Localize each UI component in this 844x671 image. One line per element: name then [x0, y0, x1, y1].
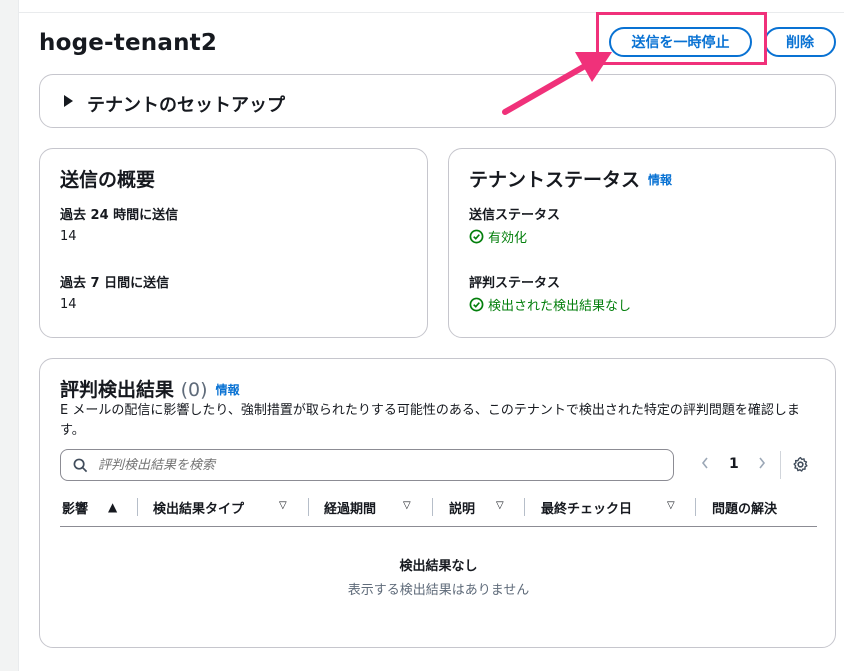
pagination-next-button[interactable]	[757, 456, 767, 474]
check-circle-icon	[469, 297, 484, 312]
reputation-status-value: 検出された検出結果なし	[469, 295, 631, 314]
sort-caret-icon[interactable]: ▽	[496, 500, 504, 511]
sending-summary-card: 送信の概要 過去 24 時間に送信 14 過去 7 日間に送信 14	[39, 148, 428, 338]
tenant-status-title: テナントステータス	[469, 169, 641, 191]
sort-caret-icon[interactable]: ▽	[403, 500, 411, 511]
column-description[interactable]: 説明	[449, 498, 475, 517]
chevron-left-icon	[701, 457, 708, 469]
column-divider	[432, 498, 433, 516]
sending-status-value: 有効化	[469, 227, 527, 246]
sending-status-text: 有効化	[488, 231, 528, 246]
findings-heading: 評判検出結果 (0) 情報	[60, 375, 240, 402]
sent-7d-value: 14	[60, 297, 77, 312]
sort-caret-icon[interactable]: ▽	[279, 500, 287, 511]
column-finding-type[interactable]: 検出結果タイプ	[153, 498, 244, 517]
sending-summary-title: 送信の概要	[60, 169, 156, 191]
findings-table-header: 影響 ▲ 検出結果タイプ ▽ 経過期間 ▽ 説明 ▽ 最終チェック日 ▽ 問題の…	[60, 496, 817, 527]
column-divider	[524, 498, 525, 516]
reputation-status-label: 評判ステータス	[469, 276, 561, 291]
column-divider	[137, 498, 138, 516]
sort-caret-icon[interactable]: ▽	[667, 500, 675, 511]
findings-count: (0)	[180, 379, 208, 401]
tenant-setup-expander[interactable]: テナントのセットアップ	[39, 74, 836, 128]
pagination-page-1[interactable]: 1	[729, 456, 739, 472]
column-impact[interactable]: 影響	[62, 498, 88, 517]
findings-title: 評判検出結果	[60, 379, 175, 401]
reputation-status-text: 検出された検出結果なし	[488, 299, 632, 314]
findings-description: E メールの配信に影響したり、強制措置が取られたりする可能性のある、このテナント…	[60, 403, 800, 438]
tenant-detail-page: hoge-tenant2 送信を一時停止 削除 テナントのセットアップ 送信の概…	[18, 0, 844, 671]
pagination-prev-button[interactable]	[700, 456, 710, 474]
column-last-checked[interactable]: 最終チェック日	[541, 498, 632, 517]
sent-24h-label: 過去 24 時間に送信	[60, 208, 179, 223]
column-divider	[308, 498, 309, 516]
table-preferences-button[interactable]	[792, 456, 809, 477]
findings-info-link[interactable]: 情報	[216, 383, 240, 397]
gear-icon	[793, 456, 808, 472]
page-title: hoge-tenant2	[39, 30, 218, 56]
empty-state-subtitle: 表示する検出結果はありません	[347, 583, 530, 598]
caret-right-icon	[64, 95, 73, 107]
empty-state-title: 検出結果なし	[399, 559, 478, 574]
tenant-setup-label: テナントのセットアップ	[87, 95, 285, 116]
findings-search-box[interactable]	[60, 449, 674, 481]
tenant-status-info-link[interactable]: 情報	[648, 173, 672, 187]
chevron-right-icon	[759, 457, 766, 469]
findings-search-input[interactable]	[96, 456, 640, 474]
sort-ascending-icon[interactable]: ▲	[108, 500, 117, 514]
column-divider	[695, 498, 696, 516]
pagination-divider	[780, 451, 781, 479]
search-icon	[73, 458, 88, 472]
column-elapsed-time[interactable]: 経過期間	[324, 498, 376, 517]
reputation-findings-card: 評判検出結果 (0) 情報 E メールの配信に影響したり、強制措置が取られたりする…	[39, 358, 836, 648]
sent-24h-value: 14	[60, 229, 77, 244]
check-circle-icon	[469, 229, 484, 244]
sent-7d-label: 過去 7 日間に送信	[60, 276, 170, 291]
delete-button[interactable]: 削除	[764, 27, 836, 57]
sending-status-label: 送信ステータス	[469, 208, 561, 223]
tenant-status-card: テナントステータス 情報 送信ステータス 有効化 評判ステータス 検出された検出結…	[448, 148, 836, 338]
tenant-status-heading: テナントステータス 情報	[469, 165, 672, 192]
column-resolution[interactable]: 問題の解決	[712, 498, 777, 517]
annotation-highlight-box	[596, 12, 767, 65]
